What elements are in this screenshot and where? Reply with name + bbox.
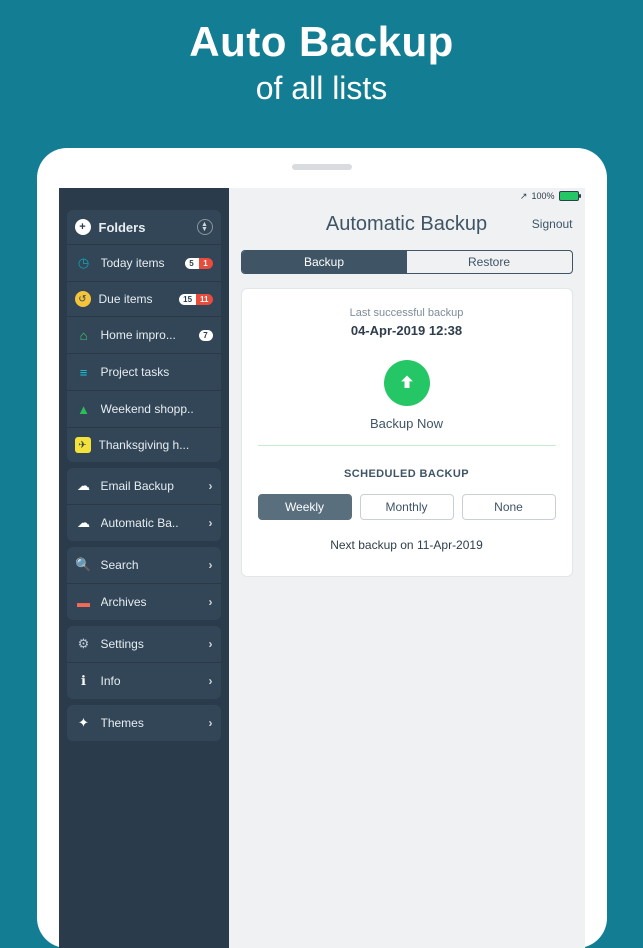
backup-card: Last successful backup 04-Apr-2019 12:38… bbox=[241, 288, 573, 577]
promo-title: Auto Backup of all lists bbox=[0, 18, 643, 107]
home-indicator bbox=[292, 164, 352, 170]
sidebar-item-info[interactable]: ℹ Info › bbox=[67, 662, 221, 699]
search-icon: 🔍 bbox=[75, 556, 93, 574]
sidebar-item-project[interactable]: ≡ Project tasks bbox=[67, 353, 221, 390]
sidebar-item-home[interactable]: ⌂ Home impro... 7 bbox=[67, 316, 221, 353]
status-bar: ↗ 100% bbox=[514, 188, 585, 204]
sidebar-item-label: Search bbox=[101, 558, 201, 572]
chevron-right-icon: › bbox=[209, 637, 213, 651]
history-icon: ↺ bbox=[75, 291, 91, 307]
sidebar-backup-block: ☁ Email Backup › ☁ Automatic Ba.. › bbox=[67, 468, 221, 541]
sidebar-themes-block: ✦ Themes › bbox=[67, 705, 221, 741]
sidebar-item-themes[interactable]: ✦ Themes › bbox=[67, 705, 221, 741]
sidebar-item-label: Thanksgiving h... bbox=[99, 438, 213, 452]
sidebar-item-label: Today items bbox=[101, 256, 177, 270]
archive-icon: ▬ bbox=[75, 593, 93, 611]
folders-header[interactable]: + Folders ▲▼ bbox=[67, 210, 221, 244]
schedule-none[interactable]: None bbox=[462, 494, 556, 520]
sidebar-item-label: Settings bbox=[101, 637, 201, 651]
theme-icon: ✦ bbox=[75, 714, 93, 732]
alert-badge: 11 bbox=[196, 294, 212, 305]
schedule-weekly[interactable]: Weekly bbox=[258, 494, 352, 520]
sort-icon[interactable]: ▲▼ bbox=[197, 219, 213, 235]
clock-icon: ◷ bbox=[75, 254, 93, 272]
topbar: Automatic Backup Signout bbox=[229, 202, 585, 246]
battery-icon bbox=[559, 191, 579, 201]
sidebar-folders-block: + Folders ▲▼ ◷ Today items 5 1 ↺ Due ite… bbox=[67, 210, 221, 462]
sidebar-item-label: Due items bbox=[99, 292, 172, 306]
badge-group: 15 11 bbox=[179, 294, 212, 305]
chevron-right-icon: › bbox=[209, 595, 213, 609]
sidebar-item-label: Themes bbox=[101, 716, 201, 730]
sidebar: + Folders ▲▼ ◷ Today items 5 1 ↺ Due ite… bbox=[59, 188, 229, 948]
sidebar-item-thanksgiving[interactable]: ✈ Thanksgiving h... bbox=[67, 427, 221, 462]
badge-group: 5 1 bbox=[185, 258, 213, 269]
info-icon: ℹ bbox=[75, 672, 93, 690]
upload-arrow-icon bbox=[397, 373, 417, 393]
count-badge: 7 bbox=[199, 330, 213, 341]
home-icon: ⌂ bbox=[75, 326, 93, 344]
sidebar-tools-block: 🔍 Search › ▬ Archives › bbox=[67, 547, 221, 620]
alert-badge: 1 bbox=[199, 258, 213, 269]
next-backup-text: Next backup on 11-Apr-2019 bbox=[258, 538, 556, 552]
device-frame: ↗ 100% + Folders ▲▼ ◷ Today items 5 1 bbox=[37, 148, 607, 948]
divider bbox=[258, 445, 556, 446]
promo-line1: Auto Backup bbox=[0, 18, 643, 66]
chevron-right-icon: › bbox=[209, 716, 213, 730]
schedule-monthly[interactable]: Monthly bbox=[360, 494, 454, 520]
tab-restore[interactable]: Restore bbox=[407, 251, 572, 273]
folders-header-label: Folders bbox=[99, 220, 189, 235]
bag-icon: ▲ bbox=[75, 400, 93, 418]
backup-restore-tabs: Backup Restore bbox=[241, 250, 573, 274]
count-badge: 15 bbox=[179, 294, 196, 305]
chevron-right-icon: › bbox=[209, 674, 213, 688]
signout-link[interactable]: Signout bbox=[532, 217, 573, 231]
page-title: Automatic Backup bbox=[326, 213, 487, 236]
list-icon: ≡ bbox=[75, 363, 93, 381]
sidebar-item-label: Info bbox=[101, 674, 201, 688]
sidebar-item-label: Home impro... bbox=[101, 328, 191, 342]
sidebar-item-label: Email Backup bbox=[101, 479, 201, 493]
sidebar-item-archives[interactable]: ▬ Archives › bbox=[67, 583, 221, 620]
cloud-icon: ☁ bbox=[75, 514, 93, 532]
sidebar-item-label: Weekend shopp.. bbox=[101, 402, 213, 416]
sidebar-item-auto-backup[interactable]: ☁ Automatic Ba.. › bbox=[67, 504, 221, 541]
sidebar-item-label: Automatic Ba.. bbox=[101, 516, 201, 530]
sidebar-item-weekend[interactable]: ▲ Weekend shopp.. bbox=[67, 390, 221, 427]
add-folder-icon[interactable]: + bbox=[75, 219, 91, 235]
app-screen: ↗ 100% + Folders ▲▼ ◷ Today items 5 1 bbox=[59, 188, 585, 948]
sidebar-item-email-backup[interactable]: ☁ Email Backup › bbox=[67, 468, 221, 504]
backup-now-button[interactable] bbox=[384, 360, 430, 406]
last-backup-label: Last successful backup bbox=[258, 307, 556, 319]
scheduled-backup-title: SCHEDULED BACKUP bbox=[258, 468, 556, 480]
backup-now-label: Backup Now bbox=[258, 416, 556, 431]
plane-icon: ✈ bbox=[75, 437, 91, 453]
sidebar-item-due[interactable]: ↺ Due items 15 11 bbox=[67, 281, 221, 316]
schedule-options: Weekly Monthly None bbox=[258, 494, 556, 520]
chevron-right-icon: › bbox=[209, 479, 213, 493]
chevron-right-icon: › bbox=[209, 558, 213, 572]
signal-percent: 100% bbox=[531, 191, 554, 201]
promo-line2: of all lists bbox=[0, 70, 643, 107]
tab-backup[interactable]: Backup bbox=[242, 251, 407, 273]
cloud-icon: ☁ bbox=[75, 477, 93, 495]
chevron-right-icon: › bbox=[209, 516, 213, 530]
location-arrow-icon: ↗ bbox=[520, 191, 528, 202]
gear-icon: ⚙ bbox=[75, 635, 93, 653]
last-backup-value: 04-Apr-2019 12:38 bbox=[258, 323, 556, 338]
main-pane: Automatic Backup Signout Backup Restore … bbox=[229, 188, 585, 948]
count-badge: 5 bbox=[185, 258, 199, 269]
sidebar-item-label: Archives bbox=[101, 595, 201, 609]
sidebar-settings-block: ⚙ Settings › ℹ Info › bbox=[67, 626, 221, 699]
sidebar-item-settings[interactable]: ⚙ Settings › bbox=[67, 626, 221, 662]
sidebar-item-today[interactable]: ◷ Today items 5 1 bbox=[67, 244, 221, 281]
sidebar-item-search[interactable]: 🔍 Search › bbox=[67, 547, 221, 583]
sidebar-item-label: Project tasks bbox=[101, 365, 213, 379]
